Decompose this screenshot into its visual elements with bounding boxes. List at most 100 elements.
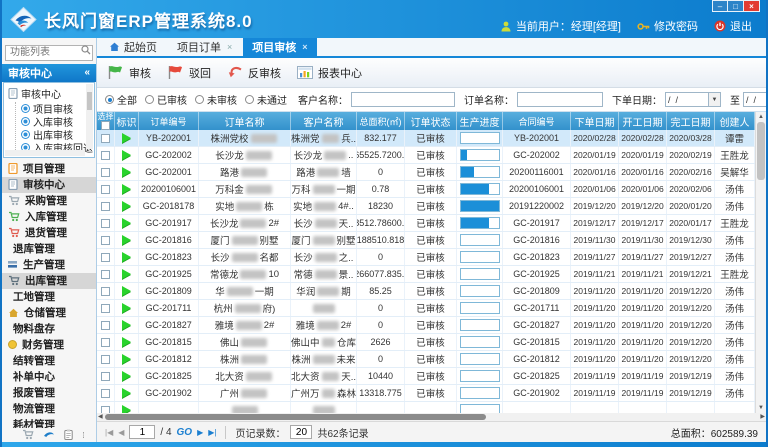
- sidebar-item-6[interactable]: 生产管理: [2, 257, 96, 273]
- row-checkbox[interactable]: [101, 219, 110, 228]
- more-icon[interactable]: ⁞: [82, 425, 84, 443]
- table-row[interactable]: GC-202001 路港 路港墙 0 已审核 20200116001 2020/…: [97, 164, 755, 181]
- audit-button[interactable]: 审核: [107, 65, 151, 81]
- tree-horizontal-scrollbar[interactable]: [5, 150, 85, 156]
- prev-page-button[interactable]: ◀: [118, 428, 124, 437]
- row-checkbox[interactable]: [101, 321, 110, 330]
- table-row[interactable]: 20200106001 万科金 万科一期 0.78 已审核 2020010600…: [97, 181, 755, 198]
- sidebar-item-2[interactable]: 采购管理: [2, 193, 96, 209]
- sidebar-item-10[interactable]: 物料盘存: [2, 321, 96, 337]
- tree-root-audit-center[interactable]: 审核中心: [8, 86, 84, 101]
- sidebar-item-4[interactable]: 退货管理: [2, 225, 96, 241]
- sidebar-item-13[interactable]: 补单中心: [2, 369, 96, 385]
- sidebar-item-3[interactable]: 入库管理: [2, 209, 96, 225]
- unaudit-button[interactable]: 反审核: [227, 65, 281, 81]
- row-checkbox[interactable]: [101, 355, 110, 364]
- tree-vertical-scrollbar[interactable]: [86, 84, 93, 149]
- row-checkbox[interactable]: [101, 270, 110, 279]
- sidebar-item-7[interactable]: 出库管理: [2, 273, 96, 289]
- table-row[interactable]: GC-201823 长沙名都 长沙之.. 0 已审核 GC-201823 201…: [97, 249, 755, 266]
- row-checkbox[interactable]: [101, 253, 110, 262]
- scroll-right-icon[interactable]: ▶: [760, 413, 765, 421]
- grid-vertical-scrollbar[interactable]: ▲ ▼: [755, 112, 766, 413]
- table-row[interactable]: GC-201917 长沙龙2# 长沙天.. 8512.78600.. 已审核 G…: [97, 215, 755, 232]
- vertical-scroll-thumb[interactable]: [757, 122, 765, 180]
- row-checkbox[interactable]: [101, 338, 110, 347]
- table-row[interactable]: GC-201925 常德龙10 常德景.. 266077.835.. 已审核 G…: [97, 266, 755, 283]
- table-row[interactable]: GC-201809 华一期 华润期 85.25 已审核 GC-201809 20…: [97, 283, 755, 300]
- row-checkbox[interactable]: [101, 202, 110, 211]
- function-search-input[interactable]: [5, 45, 93, 61]
- status-radio-0[interactable]: 全部: [105, 92, 137, 107]
- status-radio-3[interactable]: 未通过: [245, 92, 287, 107]
- first-page-button[interactable]: |◀: [105, 428, 113, 437]
- sidebar-item-8[interactable]: 工地管理: [2, 289, 96, 305]
- row-checkbox[interactable]: [101, 185, 110, 194]
- status-radio-2[interactable]: 未审核: [195, 92, 237, 107]
- table-row[interactable]: GC-201812 株洲 株洲未来 0 已审核 GC-201812 2019/1…: [97, 351, 755, 368]
- table-row[interactable]: GC-201902 广州 广州万森林 13318.775 已审核 GC-2019…: [97, 385, 755, 402]
- row-checkbox[interactable]: [101, 406, 110, 414]
- page-input[interactable]: [129, 425, 155, 439]
- cart-gray-icon[interactable]: [22, 429, 34, 440]
- grid-horizontal-scrollbar[interactable]: ◀ ▶: [97, 413, 766, 421]
- close-button[interactable]: ×: [744, 0, 760, 12]
- close-tab-icon[interactable]: ×: [227, 42, 232, 52]
- change-password-button[interactable]: 修改密码: [637, 18, 698, 34]
- swoosh-blue-icon[interactable]: [43, 430, 55, 439]
- reject-button[interactable]: 驳回: [167, 65, 211, 81]
- row-checkbox[interactable]: [101, 389, 110, 398]
- table-row[interactable]: GC-201825 北大资 北大资天.. 10440 已审核 GC-201825…: [97, 368, 755, 385]
- sidebar-item-0[interactable]: 项目管理: [2, 161, 96, 177]
- table-row[interactable]: GC-201827 雅境2# 雅境2# 0 已审核 GC-201827 2019…: [97, 317, 755, 334]
- table-row[interactable]: GC-201816 厦门别墅 厦门别墅 188510.818 已审核 GC-20…: [97, 232, 755, 249]
- go-button[interactable]: GO: [177, 427, 193, 438]
- sidebar-item-15[interactable]: 物流管理: [2, 401, 96, 417]
- row-checkbox[interactable]: [101, 168, 110, 177]
- table-row[interactable]: GC-2018178 实地栋 实地4#.. 18230 已审核 20191220…: [97, 198, 755, 215]
- collapse-sidebar-icon[interactable]: «: [84, 67, 90, 78]
- row-checkbox[interactable]: [101, 304, 110, 313]
- page-size-input[interactable]: [290, 425, 312, 439]
- tab-1[interactable]: 项目订单 ×: [168, 38, 241, 56]
- next-page-button[interactable]: ▶: [197, 428, 203, 437]
- last-page-button[interactable]: ▶|: [208, 428, 216, 437]
- row-checkbox[interactable]: [101, 236, 110, 245]
- report-center-button[interactable]: 报表中心: [297, 65, 362, 81]
- table-row[interactable]: GC-201815 佛山 佛山中仓库 2626 已审核 GC-201815 20…: [97, 334, 755, 351]
- clipboard-icon[interactable]: [64, 429, 73, 440]
- order-no-cell: YB-202001: [139, 130, 199, 146]
- row-checkbox[interactable]: [101, 134, 110, 143]
- chevron-down-icon[interactable]: ▼: [709, 92, 721, 107]
- scroll-up-icon[interactable]: ▲: [758, 112, 764, 122]
- table-row[interactable]: GC-201711 杭州府) 0 已审核 GC-201711 2019/11/2…: [97, 300, 755, 317]
- row-checkbox[interactable]: [101, 372, 110, 381]
- table-row[interactable]: GC-202002 长沙龙 长沙龙.. 65525.7200.. 已审核 GC-…: [97, 147, 755, 164]
- order-date-to-input[interactable]: [743, 92, 766, 107]
- horizontal-scroll-thumb[interactable]: [105, 414, 486, 420]
- order-date-input[interactable]: [665, 92, 709, 107]
- close-tab-icon[interactable]: ×: [302, 42, 307, 52]
- sidebar-item-11[interactable]: 财务管理: [2, 337, 96, 353]
- sidebar-item-14[interactable]: 报废管理: [2, 385, 96, 401]
- table-row[interactable]: [97, 402, 755, 413]
- scroll-left-icon[interactable]: ◀: [98, 413, 103, 421]
- sidebar-item-5[interactable]: 退库管理: [2, 241, 96, 257]
- row-checkbox[interactable]: [101, 287, 110, 296]
- customer-name-input[interactable]: [351, 92, 455, 107]
- status-radio-1[interactable]: 已审核: [145, 92, 187, 107]
- sidebar-item-1[interactable]: 审核中心: [2, 177, 96, 193]
- tab-0[interactable]: 起始页: [100, 38, 166, 56]
- row-checkbox[interactable]: [101, 151, 110, 160]
- minimize-button[interactable]: –: [712, 0, 728, 12]
- sidebar-item-9[interactable]: 仓储管理: [2, 305, 96, 321]
- table-row[interactable]: YB-202001 株洲党校 株洲党兵.. 832.177 已审核 YB-202…: [97, 130, 755, 147]
- cart-dark-icon: [8, 275, 20, 286]
- sidebar-item-12[interactable]: 结转管理: [2, 353, 96, 369]
- scroll-down-icon[interactable]: ▼: [758, 403, 764, 413]
- select-all-checkbox[interactable]: [101, 121, 110, 130]
- order-name-input[interactable]: [517, 92, 603, 107]
- logout-button[interactable]: 退出: [714, 18, 752, 34]
- tab-2[interactable]: 项目审核 ×: [243, 38, 316, 56]
- maximize-button[interactable]: □: [728, 0, 744, 12]
